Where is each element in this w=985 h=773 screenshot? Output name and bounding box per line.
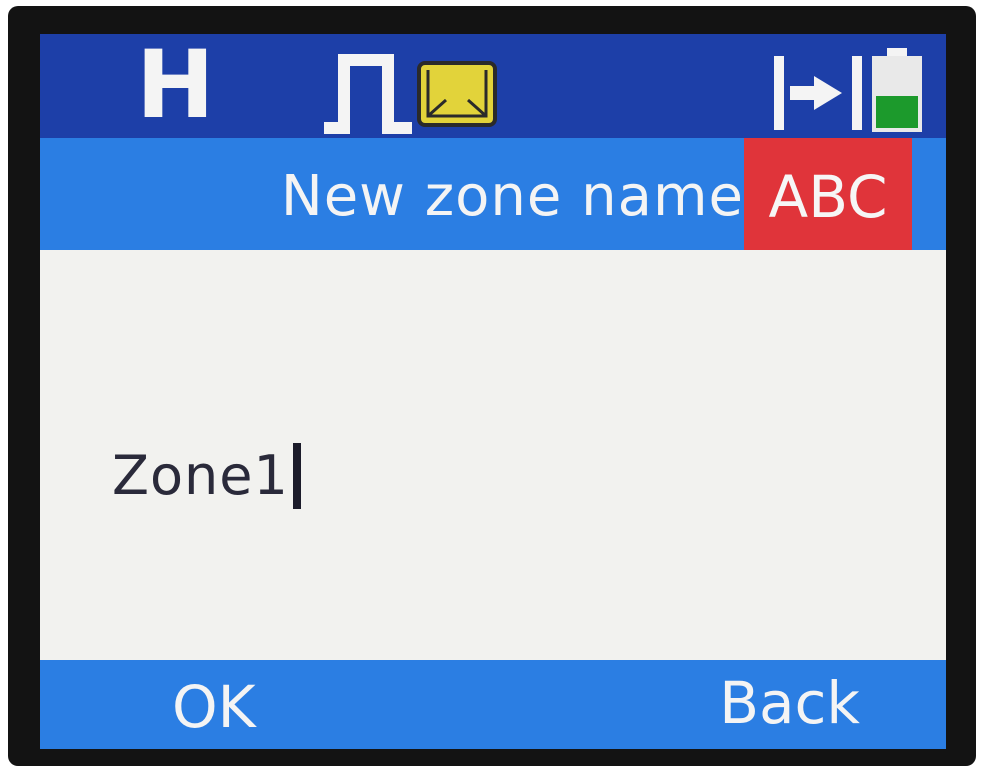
screen-title: New zone name (280, 164, 744, 229)
transmit-icon (774, 56, 862, 130)
message-envelope-icon (417, 61, 497, 127)
battery-icon (872, 48, 922, 132)
zone-name-input[interactable]: Zone1 (112, 436, 301, 516)
header-bar: New zone name ABC (40, 138, 946, 250)
device-screen: H New zone name ABC Zone1 OK Back (40, 34, 946, 749)
channel-mode-indicator: H (136, 34, 215, 140)
text-cursor (292, 443, 301, 509)
battery-level-fill (876, 96, 918, 128)
status-bar: H (40, 34, 946, 138)
content-area: Zone1 (40, 250, 946, 660)
input-mode-label: ABC (768, 163, 888, 231)
softkey-bar: OK Back (40, 660, 946, 749)
input-mode-badge: ABC (744, 138, 912, 250)
signal-pulse-icon (324, 54, 412, 134)
back-softkey[interactable]: Back (719, 670, 860, 736)
zone-name-value: Zone1 (112, 444, 289, 507)
device-bezel: H New zone name ABC Zone1 OK Back (8, 6, 976, 766)
ok-softkey[interactable]: OK (172, 674, 256, 740)
